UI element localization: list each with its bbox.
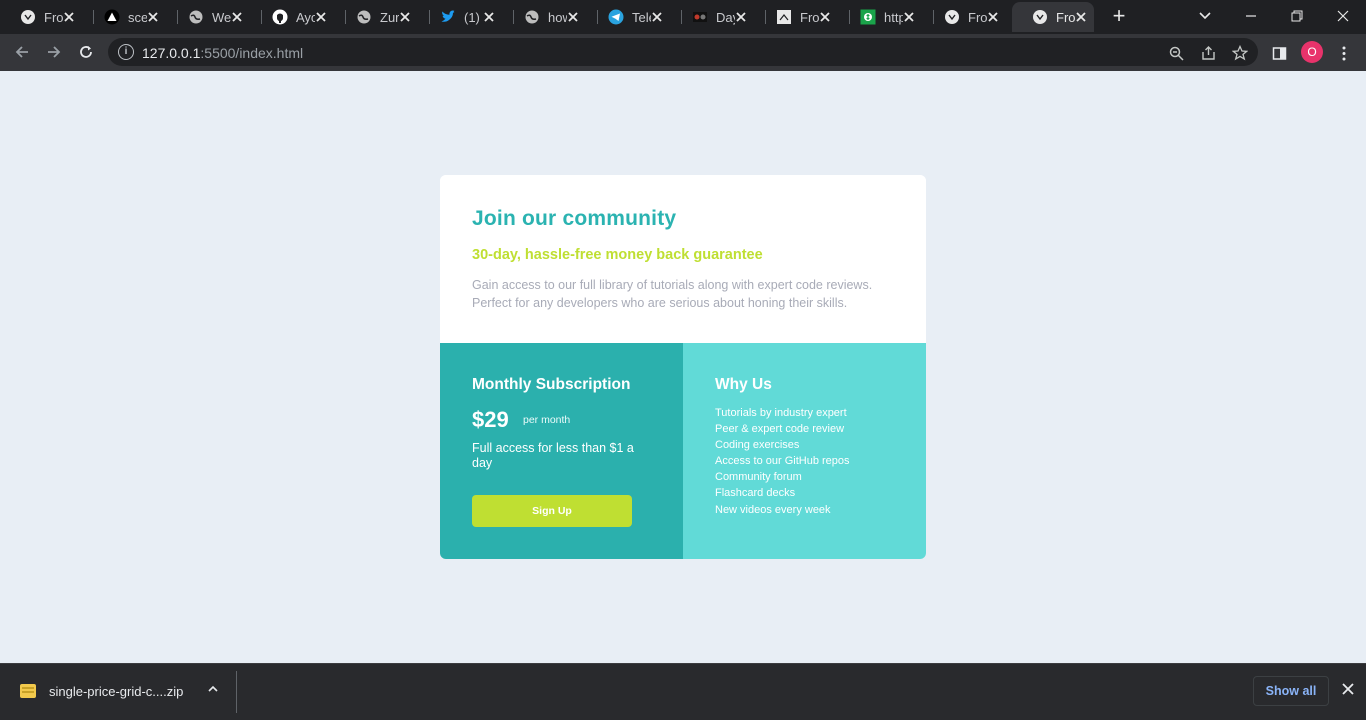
twitter-icon [440, 9, 456, 25]
close-tab-icon[interactable] [399, 9, 412, 25]
share-icon[interactable] [1198, 43, 1218, 63]
close-window-icon[interactable] [1328, 4, 1358, 28]
forward-icon[interactable] [42, 40, 66, 64]
zip-file-icon [20, 684, 36, 698]
close-tab-icon[interactable] [567, 9, 580, 25]
tab-search-icon[interactable] [1190, 4, 1220, 28]
tab-title: Fron [1056, 9, 1075, 25]
feature-item: Tutorials by industry expert [715, 407, 847, 419]
browser-tab[interactable]: Fron [756, 2, 838, 32]
tab-title: how [548, 9, 567, 25]
day-icon [692, 9, 708, 25]
description-text: Gain access to our full library of tutor… [472, 278, 873, 310]
close-tab-icon[interactable] [903, 9, 916, 25]
browser-tab[interactable]: Fron [0, 2, 82, 32]
close-tab-icon[interactable] [63, 9, 76, 25]
close-tab-icon[interactable] [819, 9, 832, 25]
back-icon[interactable] [10, 40, 34, 64]
minimize-icon[interactable] [1236, 4, 1266, 28]
feature-item: Community forum [715, 471, 802, 484]
tab-title: Fron [44, 9, 63, 25]
pricing-card: Join our community 30-day, hassle-free m… [440, 175, 926, 559]
fm-icon [944, 9, 960, 25]
site-info-icon[interactable]: i [118, 44, 134, 60]
feature-item: Peer & expert code review [715, 423, 845, 436]
close-tab-icon[interactable] [315, 9, 328, 25]
chevron-up-icon[interactable] [205, 682, 221, 700]
triangle-icon [104, 9, 120, 25]
fm-icon [1032, 9, 1048, 25]
price-value: $29 [472, 407, 509, 432]
menu-kebab-icon[interactable] [1334, 43, 1354, 63]
telegram-icon [608, 9, 624, 25]
close-tab-icon[interactable] [735, 9, 748, 25]
page-title: Join our community [472, 207, 677, 230]
tab-title: Fron [800, 9, 819, 25]
why-us-title: Why Us [715, 376, 772, 393]
price-period: per month [523, 414, 571, 426]
github-icon [272, 9, 288, 25]
feature-item: Flashcard decks [715, 487, 796, 500]
bookmark-star-icon[interactable] [1230, 43, 1250, 63]
url-host: 127.0.0.1 [142, 45, 201, 61]
tab-title: Wel [212, 9, 231, 25]
close-tab-icon[interactable] [483, 9, 496, 25]
side-panel-icon[interactable] [1269, 43, 1289, 63]
globe-icon [356, 9, 372, 25]
tab-title: (1) I [464, 9, 483, 25]
feature-item: New videos every week [715, 503, 831, 516]
browser-tab[interactable]: how [504, 2, 586, 32]
browser-tab[interactable]: Fron [924, 2, 1006, 32]
browser-tab[interactable]: Ayo [252, 2, 334, 32]
download-file-name[interactable]: single-price-grid-c....zip [49, 684, 183, 699]
globe-icon [188, 9, 204, 25]
tab-title: http [884, 9, 903, 25]
close-tab-icon[interactable] [147, 9, 160, 25]
tab-title: scen [128, 9, 147, 25]
restore-icon[interactable] [1282, 4, 1312, 28]
sign-up-button[interactable]: Sign Up [472, 495, 632, 527]
reload-icon[interactable] [74, 40, 98, 64]
browser-tab[interactable]: (1) I [420, 2, 502, 32]
close-tab-icon[interactable] [1075, 9, 1088, 25]
community-section: Join our community 30-day, hassle-free m… [440, 175, 926, 343]
browser-tab[interactable]: Tele [588, 2, 670, 32]
tab-title: Day [716, 9, 735, 25]
close-tab-icon[interactable] [651, 9, 664, 25]
guarantee-text: 30-day, hassle-free money back guarantee [472, 247, 763, 263]
url-text[interactable]: 127.0.0.1:5500/index.html [142, 45, 303, 61]
new-tab-button[interactable]: + [1108, 5, 1130, 27]
shelf-divider [236, 671, 237, 713]
show-all-button[interactable]: Show all [1253, 676, 1329, 706]
money-icon [860, 9, 876, 25]
close-shelf-icon[interactable] [1338, 681, 1358, 701]
browser-tab[interactable]: Day [672, 2, 754, 32]
tab-title: Tele [632, 9, 651, 25]
browser-tab[interactable]: Fron [1012, 2, 1094, 32]
browser-tab[interactable]: scen [84, 2, 166, 32]
subscription-title: Monthly Subscription [472, 376, 631, 393]
tab-title: Fron [968, 9, 987, 25]
browser-tab[interactable]: http [840, 2, 922, 32]
close-tab-icon[interactable] [231, 9, 244, 25]
close-tab-icon[interactable] [987, 9, 1000, 25]
feature-item: Coding exercises [715, 439, 800, 452]
browser-tab[interactable]: Wel [168, 2, 250, 32]
fm-icon [20, 9, 36, 25]
feature-list: Tutorials by industry expert Peer & expe… [715, 405, 850, 518]
subscription-section: Monthly Subscription $29 per month Full … [440, 343, 683, 559]
access-text: Full access for less than $1 a day [472, 441, 634, 470]
globe-icon [524, 9, 540, 25]
url-path: :5500/index.html [200, 45, 304, 61]
zoom-icon[interactable] [1166, 43, 1186, 63]
profile-avatar[interactable]: O [1301, 41, 1323, 63]
feature-item: Access to our GitHub repos [715, 455, 850, 468]
tab-title: Ayo [296, 9, 315, 25]
why-us-section: Why Us Tutorials by industry expert Peer… [683, 343, 926, 559]
tab-title: Zuri [380, 9, 399, 25]
tab-strip: Fron scen Wel Ayo Zuri (1) I how Tele Day Fron htt… [0, 0, 1366, 34]
doc-icon [776, 9, 792, 25]
browser-tab[interactable]: Zuri [336, 2, 418, 32]
